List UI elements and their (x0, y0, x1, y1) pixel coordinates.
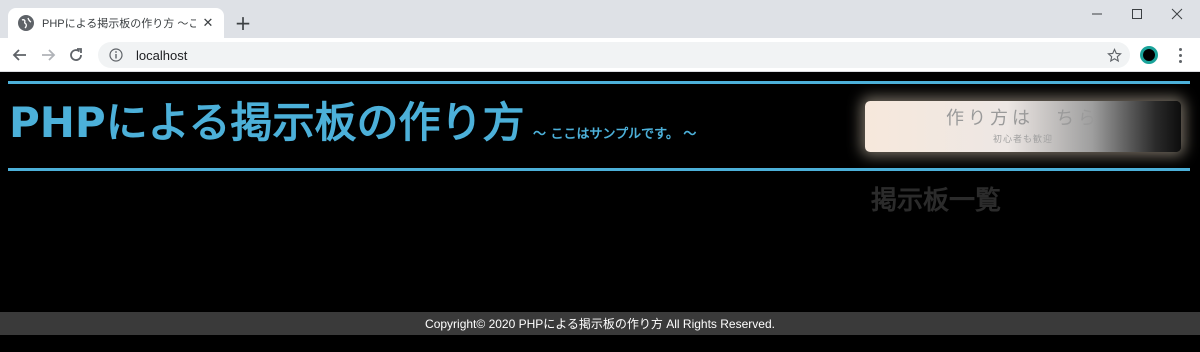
bookmark-star-icon[interactable] (1106, 47, 1122, 63)
browser-tab-strip: PHPによる掲示板の作り方 ～ここはサ ✕ + (0, 0, 1200, 38)
howto-button[interactable]: 作り方は ちら 初心者も歓迎 (865, 101, 1181, 152)
tab-title: PHPによる掲示板の作り方 ～ここはサ (42, 18, 196, 30)
new-tab-button[interactable]: + (233, 13, 253, 33)
board-list-heading: 掲示板一覧 (871, 186, 1002, 216)
window-close-icon[interactable] (1157, 3, 1197, 25)
copyright-text: Copyright© 2020 PHPによる掲示板の作り方 All Rights… (425, 317, 775, 331)
header-bottom-rule (8, 168, 1190, 171)
forward-arrow-icon[interactable] (36, 43, 60, 67)
browser-tab[interactable]: PHPによる掲示板の作り方 ～ここはサ ✕ (8, 8, 224, 38)
tab-close-icon[interactable]: ✕ (200, 15, 216, 31)
minimize-icon[interactable] (1077, 3, 1117, 25)
globe-icon (18, 15, 34, 31)
maximize-icon[interactable] (1117, 3, 1157, 25)
url-text: localhost (136, 47, 188, 63)
site-footer: Copyright© 2020 PHPによる掲示板の作り方 All Rights… (0, 312, 1200, 335)
kebab-menu-icon[interactable] (1172, 45, 1188, 65)
address-bar[interactable]: localhost (98, 42, 1130, 68)
howto-button-label: 作り方は ちら (946, 108, 1100, 129)
reload-icon[interactable] (64, 43, 88, 67)
browser-toolbar: localhost (0, 38, 1200, 72)
site-subtitle: ～ ここはサンプルです。 ～ (533, 127, 697, 142)
info-icon[interactable] (108, 47, 124, 63)
profile-avatar-icon[interactable] (1140, 46, 1158, 64)
site-title[interactable]: PHPによる掲示板の作り方 (9, 96, 524, 150)
header-top-rule (8, 81, 1190, 84)
page-content: PHPによる掲示板の作り方 ～ ここはサンプルです。 ～ 作り方は ちら 初心者… (0, 72, 1200, 352)
back-arrow-icon[interactable] (8, 43, 32, 67)
howto-button-sublabel: 初心者も歓迎 (992, 135, 1053, 145)
